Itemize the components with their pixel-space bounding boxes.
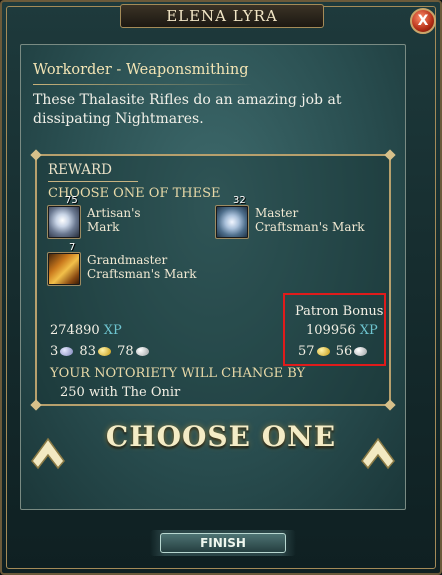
close-icon[interactable]: X xyxy=(410,8,436,34)
grandmaster-craftsmans-mark-icon xyxy=(47,252,81,286)
workorder-title: Workorder - Weaponsmithing xyxy=(33,62,249,78)
notoriety-value: 250 with The Onir xyxy=(60,385,181,400)
master-craftsmans-mark-icon xyxy=(215,205,249,239)
title-divider xyxy=(33,84,253,85)
reward-label: REWARD xyxy=(48,162,112,178)
platinum-value: 3 xyxy=(50,344,59,359)
item-name: Artisan's Mark xyxy=(87,206,141,234)
notoriety-label: YOUR NOTORIETY WILL CHANGE BY xyxy=(50,366,306,381)
platinum-coin-icon xyxy=(60,347,74,356)
silver-coin-icon xyxy=(135,347,149,356)
silver-value: 78 xyxy=(117,344,134,359)
patron-bonus-highlight xyxy=(283,293,386,366)
reward-divider xyxy=(48,181,138,182)
base-xp: 274890 XP xyxy=(50,323,122,338)
finish-button[interactable]: FINISH xyxy=(160,533,286,553)
artisans-mark-icon xyxy=(47,205,81,239)
choose-right-arrow-icon[interactable] xyxy=(360,437,396,471)
base-currency: 3 83 78 xyxy=(50,344,151,359)
xp-value: 274890 xyxy=(50,323,100,338)
xp-label: XP xyxy=(103,323,122,338)
item-name: Master Craftsman's Mark xyxy=(255,206,365,234)
workorder-description: These Thalasite Rifles do an amazing job… xyxy=(33,92,342,127)
gold-coin-icon xyxy=(97,347,111,356)
window-title: ELENA LYRA xyxy=(120,4,324,28)
gold-value: 83 xyxy=(79,344,96,359)
item-name: Grandmaster Craftsman's Mark xyxy=(87,253,197,281)
